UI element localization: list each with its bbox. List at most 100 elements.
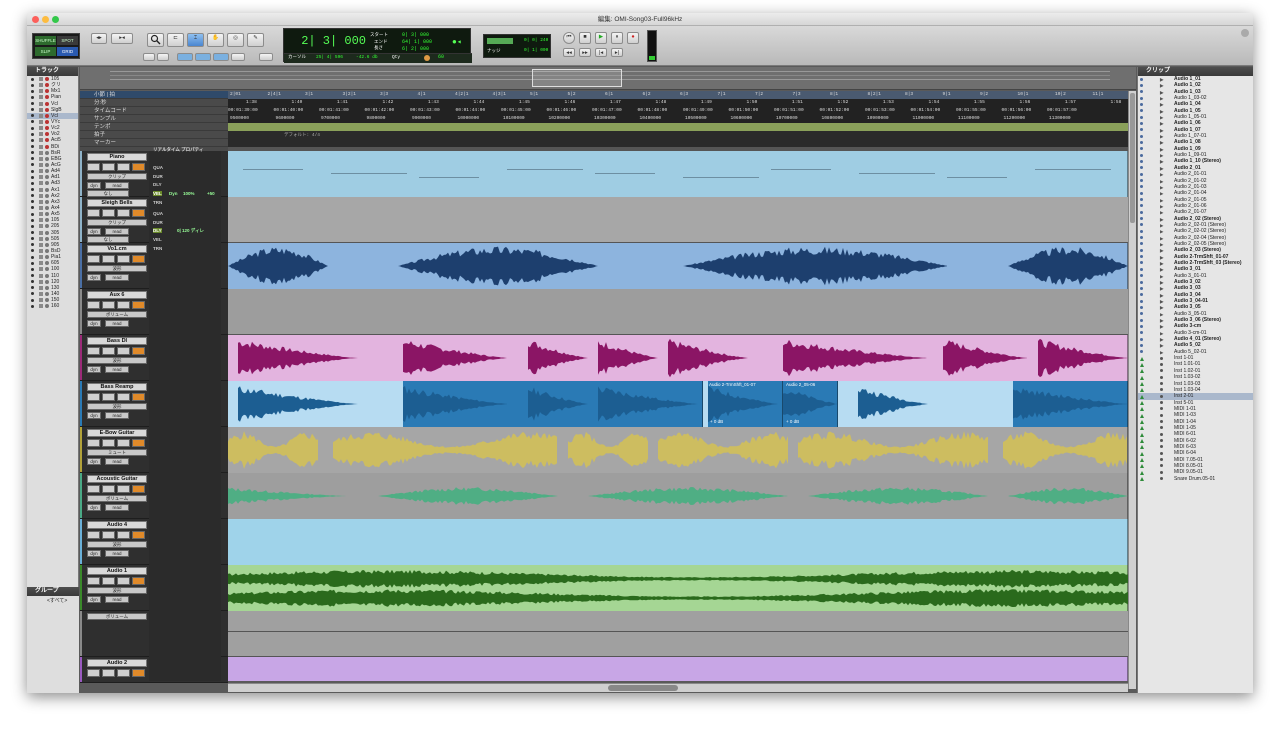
- track-visibility-dot[interactable]: [31, 224, 34, 228]
- midi-note[interactable]: [507, 169, 583, 170]
- input-monitor-button[interactable]: [102, 577, 115, 585]
- track-visibility-dot[interactable]: [31, 151, 34, 155]
- track-view-selector[interactable]: ボリューム: [87, 311, 147, 318]
- length-value[interactable]: 6| 2| 000: [402, 46, 429, 52]
- track-name[interactable]: Audio 4: [87, 521, 147, 529]
- track-record-dot[interactable]: [45, 212, 49, 217]
- track-view-selector[interactable]: 波形: [87, 357, 147, 364]
- input-monitor-button[interactable]: [102, 439, 115, 447]
- clip-dot-icon[interactable]: [1160, 394, 1163, 398]
- track-record-dot[interactable]: [45, 224, 49, 229]
- playlist-selector[interactable]: なし: [87, 190, 129, 197]
- track-record-dot[interactable]: [45, 193, 49, 198]
- audio-clip[interactable]: [228, 519, 1128, 565]
- midi-note[interactable]: [947, 177, 1007, 178]
- zoom-preset-6[interactable]: [231, 53, 245, 61]
- selector-tool[interactable]: ⌶: [187, 33, 204, 47]
- dyn-selector[interactable]: dyn: [87, 228, 101, 235]
- track-record-dot[interactable]: [45, 156, 49, 161]
- track-record-dot[interactable]: [45, 291, 49, 296]
- input-monitor-button[interactable]: [102, 485, 115, 493]
- track-visibility-dot[interactable]: [31, 298, 34, 302]
- midi-note[interactable]: [771, 169, 831, 170]
- zoom-preset-5[interactable]: [213, 53, 229, 61]
- track-visibility-dot[interactable]: [31, 126, 34, 130]
- track-visibility-dot[interactable]: [31, 108, 34, 112]
- midi-note[interactable]: [419, 177, 479, 178]
- track-lane[interactable]: [228, 565, 1128, 611]
- stop-button[interactable]: ■: [579, 32, 591, 44]
- ruler-label[interactable]: マーカー: [80, 139, 228, 147]
- link-icon[interactable]: ●◂: [452, 37, 462, 47]
- nudge-value[interactable]: 0| 1| 000: [524, 48, 548, 53]
- ruler-label[interactable]: 分:秒: [80, 99, 228, 107]
- scrubber-tool[interactable]: ◎: [227, 33, 244, 47]
- marker-ruler[interactable]: [228, 139, 1136, 147]
- track-lane[interactable]: [228, 611, 1128, 657]
- track-record-dot[interactable]: [45, 169, 49, 174]
- overview-view-box[interactable]: [532, 69, 622, 87]
- groups-all[interactable]: <すべて>: [27, 596, 79, 604]
- track-visibility-dot[interactable]: [31, 212, 34, 216]
- spot-mode-button[interactable]: SPOT: [57, 36, 78, 45]
- track-record-dot[interactable]: [45, 187, 49, 192]
- dyn-selector[interactable]: dyn: [87, 366, 101, 373]
- track-record-dot[interactable]: [45, 89, 49, 94]
- record-enable-button[interactable]: [87, 209, 100, 217]
- end-value[interactable]: 64| 1| 000: [402, 39, 432, 45]
- shuffle-mode-button[interactable]: SHUFFLE: [35, 36, 56, 45]
- rewind-button[interactable]: ◂◂: [563, 48, 575, 57]
- track-visibility-dot[interactable]: [31, 218, 34, 222]
- mute-button[interactable]: [132, 393, 145, 401]
- mute-button[interactable]: [132, 577, 145, 585]
- track-visibility-dot[interactable]: [31, 181, 34, 185]
- track-visibility-dot[interactable]: [31, 237, 34, 241]
- track-lane[interactable]: [228, 657, 1128, 681]
- record-enable-button[interactable]: [87, 347, 100, 355]
- zoom-preset-7[interactable]: [259, 53, 273, 61]
- track-view-selector[interactable]: 波形: [87, 587, 147, 594]
- solo-button[interactable]: [117, 577, 130, 585]
- track-name[interactable]: Audio 2: [87, 659, 147, 667]
- midi-note[interactable]: [1035, 169, 1111, 170]
- automation-mode-selector[interactable]: read: [105, 596, 129, 603]
- track-visibility-dot[interactable]: [31, 304, 34, 308]
- dyn-selector[interactable]: dyn: [87, 458, 101, 465]
- ruler-label[interactable]: テンポ: [80, 123, 228, 131]
- clip-dot-icon[interactable]: [1160, 464, 1163, 468]
- grid-value[interactable]: 0| 0| 240: [524, 38, 548, 43]
- horizontal-scrollbar[interactable]: [228, 683, 1128, 692]
- track-visibility-dot[interactable]: [31, 200, 34, 204]
- mute-button[interactable]: [132, 439, 145, 447]
- track-visibility-dot[interactable]: [31, 292, 34, 296]
- track-name[interactable]: Piano: [87, 153, 147, 161]
- mute-button[interactable]: [132, 209, 145, 217]
- track-view-selector[interactable]: 波形: [87, 265, 147, 272]
- clip-dot-icon[interactable]: [1160, 369, 1163, 373]
- vel-offset[interactable]: +50: [207, 191, 215, 196]
- midi-note[interactable]: [859, 173, 935, 174]
- solo-button[interactable]: [117, 163, 130, 171]
- zoom-preset-3[interactable]: [177, 53, 193, 61]
- volume-automation-line[interactable]: [228, 631, 1128, 632]
- dyn-selector[interactable]: dyn: [87, 596, 101, 603]
- return-to-zero-button[interactable]: ⏮: [563, 32, 575, 44]
- record-enable-button[interactable]: [87, 163, 100, 171]
- automation-mode-selector[interactable]: read: [105, 228, 129, 235]
- mute-button[interactable]: [132, 347, 145, 355]
- mute-button[interactable]: [132, 669, 145, 677]
- realtime-prop-dur[interactable]: DUR: [153, 220, 163, 225]
- vertical-scroll-thumb[interactable]: [1130, 93, 1135, 223]
- clip-dot-icon[interactable]: [1160, 382, 1163, 385]
- track-record-dot[interactable]: [45, 285, 49, 290]
- toolbar-menu-icon[interactable]: [1241, 29, 1249, 37]
- dyn-selector[interactable]: dyn: [87, 412, 101, 419]
- track-visibility-dot[interactable]: [31, 267, 34, 271]
- track-record-dot[interactable]: [45, 279, 49, 284]
- pencil-tool[interactable]: ✎: [247, 33, 264, 47]
- track-list-item[interactable]: 160: [27, 303, 78, 309]
- track-name[interactable]: Audio 1: [87, 567, 147, 575]
- track-visibility-dot[interactable]: [31, 286, 34, 290]
- zoom-out-button[interactable]: ◂▸: [91, 33, 107, 44]
- track-visibility-dot[interactable]: [31, 120, 34, 124]
